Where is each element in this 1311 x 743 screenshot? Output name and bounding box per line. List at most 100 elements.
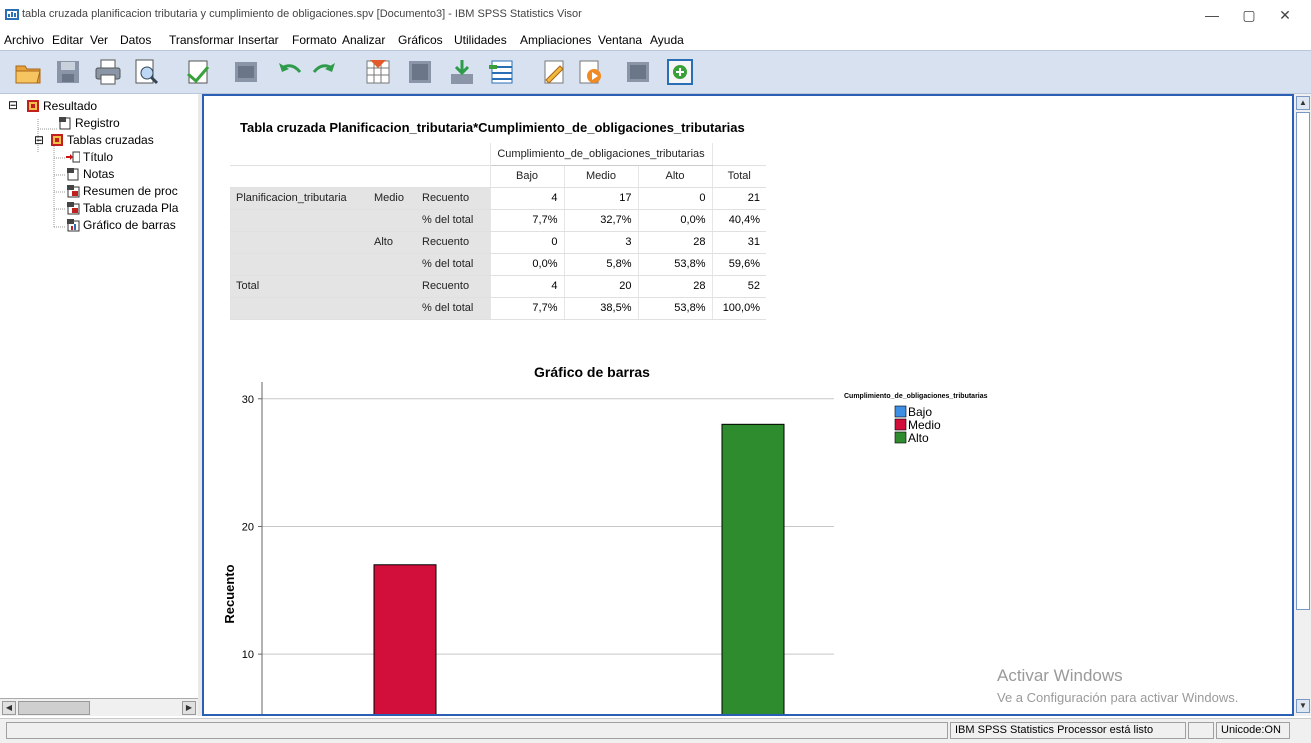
row-group-label: Medio — [368, 187, 416, 210]
tree-item-tablas-cruzadas[interactable]: Tablas cruzadas — [50, 132, 154, 149]
chart-title: Gráfico de barras — [534, 364, 650, 380]
scroll-up-arrow-icon[interactable]: ▲ — [1296, 96, 1310, 110]
status-bar: IBM SPSS Statistics Processor está listo… — [0, 718, 1311, 743]
print-icon[interactable] — [94, 58, 122, 86]
table-cell: 0,0% — [489, 253, 564, 276]
stat-label: Recuento — [416, 275, 490, 298]
minimize-button[interactable]: — — [1197, 5, 1227, 25]
scroll-down-arrow-icon[interactable]: ▼ — [1296, 699, 1310, 713]
tree-item-notas[interactable]: Notas — [66, 166, 114, 183]
goto-data-icon[interactable] — [364, 58, 392, 86]
open-icon[interactable] — [14, 58, 42, 86]
folder-icon — [51, 134, 63, 146]
content-scroll-thumb[interactable] — [1296, 112, 1310, 610]
status-empty — [1188, 722, 1214, 739]
table-row: % del total 7,7% 32,7% 0,0% 40,4% — [230, 209, 766, 232]
table-row: Alto Recuento 0 3 28 31 — [230, 231, 766, 254]
close-button[interactable]: ✕ — [1270, 5, 1300, 25]
notes-icon — [67, 168, 79, 181]
undo-icon[interactable] — [276, 58, 304, 86]
redo-icon[interactable] — [310, 58, 338, 86]
export-icon[interactable] — [184, 58, 212, 86]
row-group-label: Alto — [368, 231, 416, 254]
table-row: % del total 7,7% 38,5% 53,8% 100,0% — [230, 297, 766, 320]
tree-item-resultado[interactable]: Resultado — [26, 98, 97, 115]
total-row-label: Total — [230, 275, 416, 298]
menu-graficos[interactable]: Gráficos — [398, 33, 443, 47]
menu-editar[interactable]: Editar — [52, 33, 83, 47]
status-processor: IBM SPSS Statistics Processor está listo — [950, 722, 1186, 739]
menu-formato[interactable]: Formato — [292, 33, 337, 47]
menu-ampliaciones[interactable]: Ampliaciones — [520, 33, 591, 47]
goto-variable-icon[interactable] — [406, 58, 434, 86]
table-cell: 31 — [711, 231, 766, 254]
table-cell: 28 — [637, 275, 712, 298]
legend-label-bajo: Bajo — [908, 405, 932, 419]
col-header-alto: Alto — [637, 165, 712, 188]
table-cell: 21 — [711, 187, 766, 210]
table-cell: 20 — [563, 275, 638, 298]
maximize-button[interactable]: ▢ — [1234, 5, 1264, 25]
scroll-right-arrow-icon[interactable]: ▶ — [182, 701, 196, 715]
y-tick-label: 30 — [242, 394, 254, 406]
table-cell: 17 — [563, 187, 638, 210]
menu-ventana[interactable]: Ventana — [598, 33, 642, 47]
table-icon — [67, 185, 80, 198]
column-variable-header: Cumplimiento_de_obligaciones_tributarias — [489, 143, 712, 166]
activation-watermark-text: Ve a Configuración para activar Windows. — [997, 690, 1239, 705]
insert-output-icon[interactable] — [666, 58, 694, 86]
goto-case-icon[interactable] — [448, 58, 476, 86]
table-cell: 53,8% — [637, 253, 712, 276]
table-cell: 32,7% — [563, 209, 638, 232]
tree-item-titulo[interactable]: Título — [66, 149, 113, 166]
save-icon[interactable] — [54, 58, 82, 86]
table-cell: 100,0% — [711, 297, 766, 320]
menu-insertar[interactable]: Insertar — [238, 33, 279, 47]
crosstab-table[interactable]: Cumplimiento_de_obligaciones_tributarias… — [230, 143, 766, 320]
bar-medio-medio — [373, 564, 437, 714]
stat-label: Recuento — [416, 187, 490, 210]
menu-transformar[interactable]: Transformar — [169, 33, 234, 47]
table-cell: 59,6% — [711, 253, 766, 276]
tree-expander-tablas[interactable]: ⊟ — [34, 132, 44, 149]
menu-ver[interactable]: Ver — [90, 33, 108, 47]
tree-item-resumen[interactable]: Resumen de proc — [66, 183, 178, 200]
variables-icon[interactable] — [488, 58, 516, 86]
tree-horizontal-scrollbar[interactable]: ◀ ▶ — [0, 698, 198, 716]
legend-swatch-medio — [894, 418, 907, 431]
y-axis-label: Recuento — [222, 564, 237, 623]
menu-datos[interactable]: Datos — [120, 33, 151, 47]
title-bar: tabla cruzada planificacion tributaria y… — [0, 0, 1311, 30]
print-preview-icon[interactable] — [132, 58, 160, 86]
bar-chart[interactable]: Gráfico de barras 10 20 30 Recuento Cumplimie… — [204, 346, 1292, 716]
menu-archivo[interactable]: Archivo — [4, 33, 44, 47]
tree-item-tabla-cruzada[interactable]: Tabla cruzada Pla — [66, 200, 178, 217]
tree-item-registro[interactable]: Registro — [58, 115, 120, 132]
row-variable-label: Planificacion_tributaria — [230, 187, 368, 210]
menu-ayuda[interactable]: Ayuda — [650, 33, 684, 47]
chart-icon — [67, 219, 80, 232]
tree-expander-resultado[interactable]: ⊟ — [8, 97, 18, 114]
scroll-left-arrow-icon[interactable]: ◀ — [2, 701, 16, 715]
table-cell: 0 — [489, 231, 564, 254]
spss-app-icon — [5, 9, 19, 20]
tree-item-grafico[interactable]: Gráfico de barras — [66, 217, 176, 234]
log-icon — [59, 117, 71, 130]
output-content-pane: Tabla cruzada Planificacion_tributaria*C… — [202, 94, 1294, 716]
table-cell: 53,8% — [637, 297, 712, 320]
table-cell: 38,5% — [563, 297, 638, 320]
table-row: Planificacion_tributaria Medio Recuento … — [230, 187, 766, 210]
window-title: tabla cruzada planificacion tributaria y… — [22, 8, 582, 20]
content-vertical-scrollbar[interactable]: ▲ ▼ — [1294, 94, 1311, 716]
recall-dialog-icon[interactable] — [232, 58, 260, 86]
table-cell: 7,7% — [489, 209, 564, 232]
tree-scroll-thumb[interactable] — [18, 701, 90, 715]
menu-utilidades[interactable]: Utilidades — [454, 33, 507, 47]
menu-analizar[interactable]: Analizar — [342, 33, 385, 47]
run-script-icon[interactable] — [576, 58, 604, 86]
crosstab-title: Tabla cruzada Planificacion_tributaria*C… — [240, 120, 745, 135]
row-group-label — [368, 253, 416, 276]
status-unicode: Unicode:ON — [1216, 722, 1290, 739]
hide-icon[interactable] — [624, 58, 652, 86]
designate-window-icon[interactable] — [540, 58, 568, 86]
